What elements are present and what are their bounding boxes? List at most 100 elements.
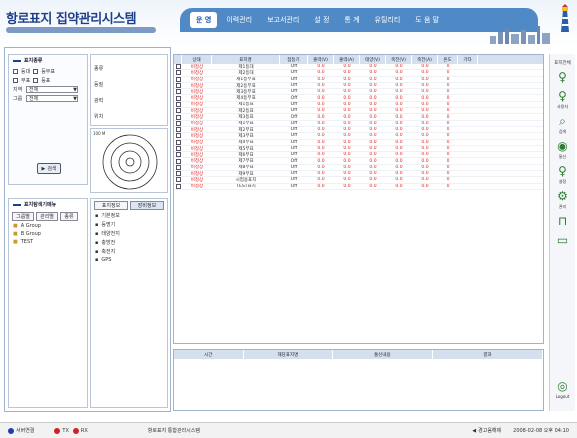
- row-checkbox[interactable]: [174, 146, 182, 151]
- row-checkbox[interactable]: [174, 108, 182, 114]
- row-checkbox[interactable]: [174, 89, 182, 95]
- row-checkbox[interactable]: [174, 177, 182, 183]
- checkbox-icon: [175, 171, 181, 177]
- row-checkbox[interactable]: [174, 164, 182, 170]
- filter-label-beacon: 등표: [41, 78, 51, 84]
- table-cell: 0.0: [317, 152, 325, 158]
- row-checkbox[interactable]: [174, 127, 182, 133]
- row-checkbox[interactable]: [174, 114, 182, 120]
- column-header[interactable]: 점등기: [280, 55, 308, 64]
- equip-item-charger[interactable]: ▪ 충방전: [95, 239, 163, 247]
- column-header[interactable]: 축전(A): [412, 55, 438, 64]
- tab-sign-info[interactable]: 표지정보: [94, 201, 128, 210]
- monitor-icon[interactable]: ▭: [555, 232, 571, 248]
- filter-header-label: 표지종류: [24, 58, 43, 64]
- checkbox-icon: [175, 64, 181, 70]
- column-header[interactable]: 축전(V): [386, 55, 412, 64]
- light-icon[interactable]: ♀: [555, 69, 571, 85]
- row-checkbox[interactable]: [174, 76, 182, 82]
- table-cell: 0.0: [369, 164, 377, 170]
- alarm-toggle[interactable]: ◀ 경고음해제: [472, 427, 502, 435]
- exit-icon[interactable]: ◎: [555, 378, 571, 394]
- row-checkbox[interactable]: [174, 139, 182, 145]
- equip-item-basic[interactable]: ▪ 기본정보: [95, 212, 163, 220]
- column-header[interactable]: 표지명: [212, 55, 280, 64]
- table-cell: 0.0: [369, 158, 377, 164]
- column-header[interactable]: 상태: [182, 55, 212, 64]
- row-checkbox[interactable]: [174, 183, 182, 189]
- row-checkbox[interactable]: [174, 152, 182, 158]
- lock-icon[interactable]: ⊓: [555, 213, 571, 229]
- tab-equipment-info[interactable]: 장비정보: [130, 201, 164, 210]
- filter-check-lightbuoy[interactable]: [33, 69, 39, 74]
- table-cell: 0: [446, 127, 450, 133]
- tree-item-test[interactable]: ■ TEST: [13, 239, 83, 245]
- nav-tab-1[interactable]: 이력관리: [220, 12, 258, 28]
- table-cell: 비정상: [190, 140, 204, 145]
- tab-type[interactable]: 종류: [60, 212, 78, 221]
- checkbox-icon: [175, 183, 181, 189]
- table-row[interactable]: 비정상 TEST표지 Off 0.0 0.0 0.0 0.0 0.0 0: [174, 183, 543, 190]
- nav-tab-3[interactable]: 설 정: [308, 12, 335, 28]
- table-cell: 0.0: [343, 101, 351, 107]
- column-header[interactable]: 출력(V): [308, 55, 334, 64]
- table-cell: 0.0: [421, 146, 429, 151]
- table-cell: 0.0: [421, 127, 429, 133]
- column-header[interactable]: 온도: [438, 55, 458, 64]
- row-checkbox[interactable]: [174, 120, 182, 126]
- checkbox-icon: [175, 139, 181, 145]
- alarm-label: 경고음해제: [478, 428, 502, 434]
- row-checkbox[interactable]: [174, 158, 182, 164]
- filter-check-beacon[interactable]: [33, 78, 39, 83]
- signal-icon[interactable]: ◉: [555, 138, 571, 154]
- table-cell: 제4부표: [238, 140, 254, 145]
- row-checkbox[interactable]: [174, 95, 182, 101]
- equip-item-solar[interactable]: ▪ 태양전지: [95, 230, 163, 238]
- table-cell: 0.0: [369, 146, 377, 151]
- settings-icon[interactable]: ⚙: [555, 188, 571, 204]
- table-cell: 0.0: [421, 183, 429, 189]
- event-column-header[interactable]: 해당표지명: [244, 350, 334, 359]
- filter-check-buoy[interactable]: [13, 78, 18, 83]
- table-cell: 비정상: [190, 165, 204, 171]
- nav-tab-6[interactable]: 도 움 말: [409, 12, 445, 28]
- event-column-header[interactable]: 통신내용: [333, 350, 433, 359]
- user-icon[interactable]: ♀: [555, 88, 571, 104]
- row-checkbox[interactable]: [174, 101, 182, 107]
- table-cell: 0.0: [317, 139, 325, 145]
- table-cell: 0.0: [369, 114, 377, 120]
- equip-item-battery[interactable]: ▪ 축전지: [95, 248, 163, 256]
- column-header[interactable]: 태양(V): [360, 55, 386, 64]
- row-checkbox[interactable]: [174, 133, 182, 139]
- column-header[interactable]: 출력(A): [334, 55, 360, 64]
- table-cell: 0.0: [343, 183, 351, 189]
- nav-tab-0[interactable]: 운 영: [190, 12, 218, 28]
- table-cell: TEST표지: [236, 184, 256, 189]
- row-checkbox[interactable]: [174, 171, 182, 177]
- search-user-icon[interactable]: ⌕: [555, 113, 571, 129]
- event-column-header[interactable]: 결과: [433, 350, 543, 359]
- tab-manage[interactable]: 관리별: [36, 212, 58, 221]
- info-box: 종류 등질 광력 위치: [90, 54, 168, 126]
- nav-tab-5[interactable]: 유틸리티: [369, 12, 407, 28]
- tab-group[interactable]: 그룹별: [12, 212, 34, 221]
- row-checkbox[interactable]: [174, 83, 182, 89]
- nav-tab-4[interactable]: 통 계: [338, 12, 365, 28]
- equip-item-gps[interactable]: ▪ GPS: [95, 257, 163, 263]
- nav-tab-2[interactable]: 보고서관리: [261, 12, 305, 28]
- region-select[interactable]: 전체 ▼: [26, 86, 78, 93]
- row-checkbox[interactable]: [174, 64, 182, 70]
- search-button-label: 검색: [47, 166, 57, 172]
- search-button[interactable]: ▶ 검색: [37, 163, 61, 174]
- column-header[interactable]: 기타: [458, 55, 478, 64]
- event-column-header[interactable]: 시간: [174, 350, 244, 359]
- user-icon-2[interactable]: ♀: [555, 163, 571, 179]
- row-checkbox[interactable]: [174, 70, 182, 76]
- tree-item-a[interactable]: ■ A Group: [13, 223, 83, 229]
- checkbox-icon: [175, 146, 181, 151]
- filter-check-lighthouse[interactable]: [13, 69, 18, 74]
- tree-item-b[interactable]: ■ B Group: [13, 231, 83, 237]
- equip-item-lantern[interactable]: ▪ 등명기: [95, 221, 163, 229]
- group-select[interactable]: 전체 ▼: [26, 95, 78, 102]
- table-cell: Off: [290, 101, 298, 107]
